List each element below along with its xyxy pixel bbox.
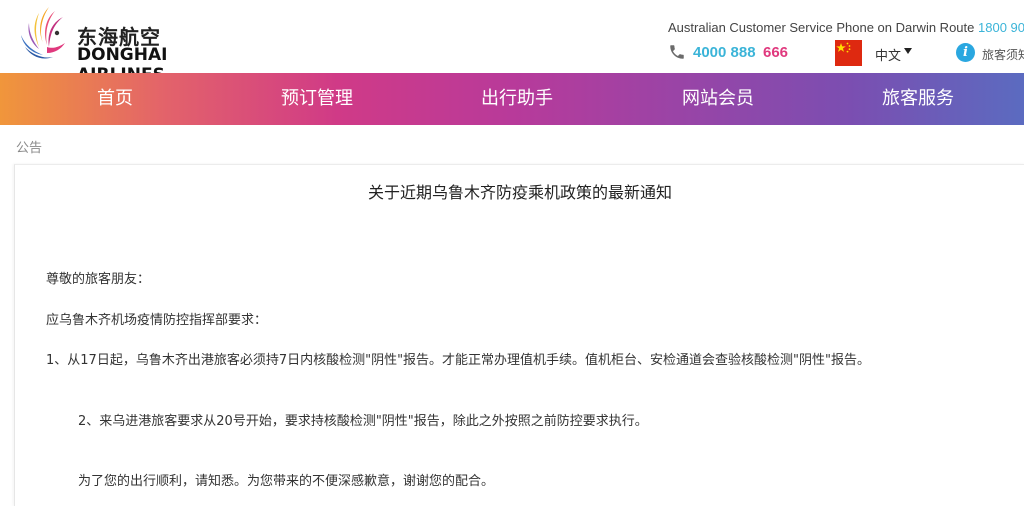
greeting-text: 尊敬的旅客朋友： [46,272,151,287]
announcement-title: 关于近期乌鲁木齐防疫乘机政策的最新通知 [367,183,672,202]
china-flag-icon[interactable] [835,40,862,66]
customer-service-label: Australian Customer Service Phone on Dar… [668,20,975,35]
nav-membership[interactable]: 网站会员 [663,73,773,125]
info-icon[interactable]: i [956,43,975,62]
customer-service-number[interactable]: 1800 905 [978,20,1024,35]
customer-service-line: Australian Customer Service Phone on Dar… [668,20,1024,35]
header-tools: 4000 888 666 中文 i 旅客须知 [666,40,1024,66]
nav-passenger-service[interactable]: 旅客服务 [863,73,973,125]
bird-logo-icon [21,7,65,59]
passenger-notice-link[interactable]: 旅客须知 [982,46,1024,63]
chevron-down-icon[interactable] [904,48,912,54]
phone-icon [670,45,684,59]
intro-text: 应乌鲁木齐机场疫情防控指挥部要求： [46,313,268,328]
main-nav: 首页 预订管理 出行助手 网站会员 旅客服务 [0,73,1024,125]
site-header: 东海航空 DONGHAI AIRLINES Australian Custome… [0,0,1024,85]
language-selector[interactable]: 中文 [875,45,901,64]
hotline-number-part1[interactable]: 4000 888 [693,44,756,61]
policy-item-1: 1、从17日起，乌鲁木齐出港旅客必须持7日内核酸检测"阴性"报告。才能正常办理值… [46,353,871,368]
nav-booking-management[interactable]: 预订管理 [262,73,372,125]
breadcrumb[interactable]: 公告 [16,137,42,156]
nav-travel-assistant[interactable]: 出行助手 [462,73,572,125]
policy-item-2: 2、来乌进港旅客要求从20号开始，要求持核酸检测"阴性"报告，除此之外按照之前防… [78,414,648,429]
closing-text: 为了您的出行顺利，请知悉。为您带来的不便深感歉意，谢谢您的配合。 [78,474,495,489]
brand-logo[interactable]: 东海航空 DONGHAI AIRLINES [17,3,257,85]
nav-home[interactable]: 首页 [65,73,165,125]
hotline-number-part2[interactable]: 666 [763,44,788,61]
announcement-panel: 关于近期乌鲁木齐防疫乘机政策的最新通知 尊敬的旅客朋友： 应乌鲁木齐机场疫情防控… [14,164,1024,506]
